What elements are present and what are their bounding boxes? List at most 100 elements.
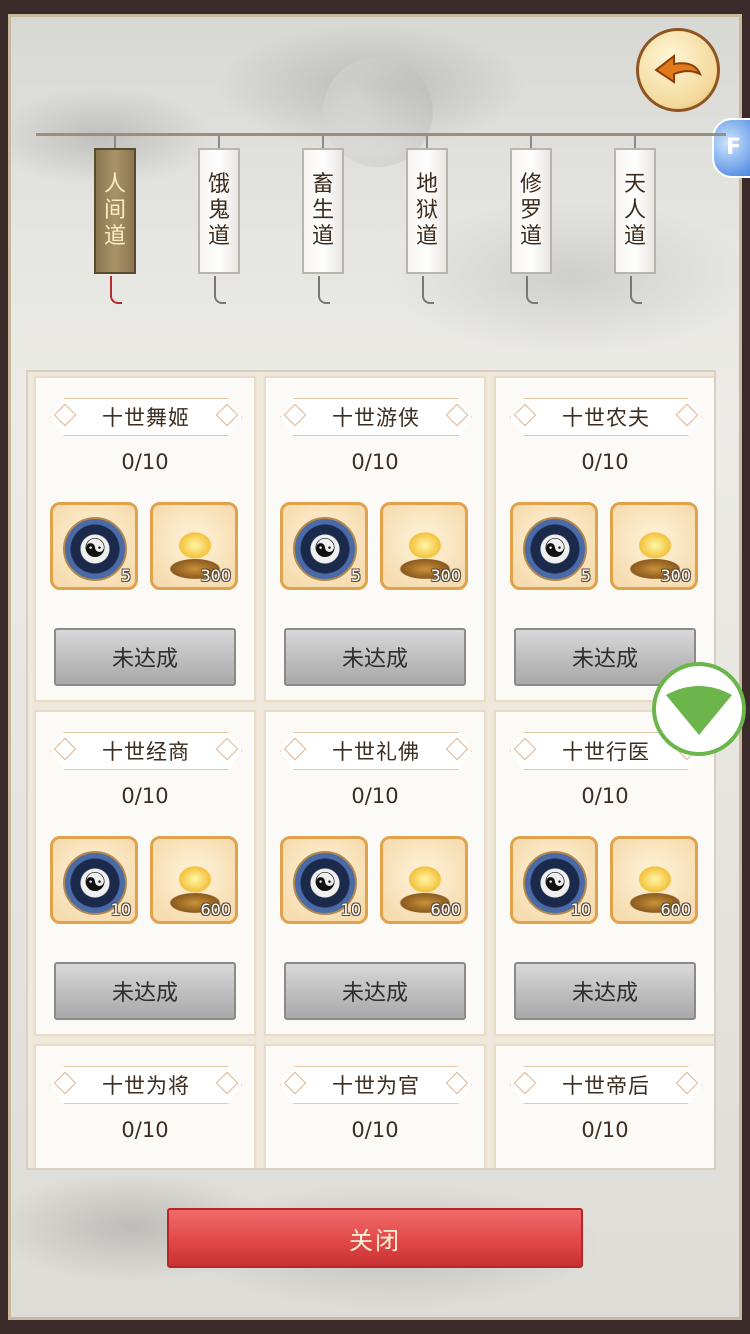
- reward-quantity: 600: [430, 900, 461, 919]
- realm-tab-char: 道: [519, 224, 542, 249]
- achievement-card: 十世农夫0/105300未达成: [493, 375, 714, 703]
- banner-hook: [218, 136, 220, 148]
- realm-tab-6[interactable]: 天人道: [614, 148, 656, 274]
- realm-tab-char: 狱: [415, 198, 438, 223]
- back-button[interactable]: [636, 28, 720, 112]
- network-status-button[interactable]: [652, 662, 746, 756]
- achievement-grid[interactable]: 十世舞姬 0/10 5 300 未达成 十世游侠 0/10 5 300 未达成 十世农夫 0/10 5 3…: [26, 370, 716, 1170]
- claim-status-button[interactable]: 未达成: [54, 962, 236, 1020]
- claim-status-button[interactable]: 未达成: [284, 628, 466, 686]
- banner-hook: [114, 136, 116, 148]
- achievement-card: 十世为将 0/10: [33, 1043, 257, 1168]
- reward-quantity: 5: [350, 566, 361, 585]
- achievement-title: 十世农夫: [510, 398, 702, 436]
- reward-slot[interactable]: 300: [610, 502, 698, 590]
- back-arrow-icon: [654, 53, 702, 84]
- close-button[interactable]: 关闭: [167, 1208, 583, 1268]
- reward-quantity: 10: [110, 900, 131, 919]
- achievement-card: 十世帝后 0/10: [493, 1043, 714, 1168]
- reward-quantity: 300: [430, 566, 461, 585]
- realm-tab-5[interactable]: 修罗道: [510, 148, 552, 274]
- reward-slot[interactable]: 10: [510, 836, 598, 924]
- achievement-title: 十世经商: [50, 732, 242, 770]
- achievement-progress: 0/10: [121, 450, 169, 474]
- banner-tassel: [318, 276, 330, 304]
- reward-slot[interactable]: 600: [380, 836, 468, 924]
- reward-quantity: 5: [120, 566, 131, 585]
- reward-slot[interactable]: 5: [50, 502, 138, 590]
- reward-quantity: 5: [580, 566, 591, 585]
- reward-slot[interactable]: 300: [150, 502, 238, 590]
- reward-quantity: 600: [660, 900, 691, 919]
- achievement-progress: 0/10: [351, 784, 399, 808]
- banner-tassel: [526, 276, 538, 304]
- banner-hook: [322, 136, 324, 148]
- achievement-title: 十世游侠: [280, 398, 472, 436]
- reward-quantity: 10: [340, 900, 361, 919]
- achievement-card: 十世经商 0/10 10 600 未达成: [33, 709, 257, 1037]
- achievement-progress: 0/10: [581, 450, 629, 474]
- reward-quantity: 300: [200, 566, 231, 585]
- reward-slot[interactable]: 600: [150, 836, 238, 924]
- bagua-compass-icon: [293, 517, 357, 581]
- reward-slot[interactable]: 300: [380, 502, 468, 590]
- realm-tab-char: 鬼: [207, 198, 230, 223]
- realm-tab-3[interactable]: 畜生道: [302, 148, 344, 274]
- reward-quantity: 300: [660, 566, 691, 585]
- realm-tab-char: 生: [311, 198, 334, 223]
- achievement-card: 十世行医0/1010600未达成: [493, 709, 714, 1037]
- claim-status-button[interactable]: 未达成: [514, 962, 696, 1020]
- bagua-compass-icon: [63, 517, 127, 581]
- reward-slot[interactable]: 5: [510, 502, 598, 590]
- banner-tassel: [214, 276, 226, 304]
- banner-hook: [426, 136, 428, 148]
- realm-tab-char: 罗: [519, 198, 542, 223]
- banner-hook: [530, 136, 532, 148]
- achievement-title: 十世帝后: [510, 1066, 702, 1104]
- side-tab-label: F: [726, 135, 742, 160]
- banner-hook: [634, 136, 636, 148]
- achievement-progress: 0/10: [351, 450, 399, 474]
- banner-tassel: [110, 276, 122, 304]
- bagua-compass-icon: [523, 517, 587, 581]
- realm-tab-char: 道: [623, 224, 646, 249]
- realm-tab-1[interactable]: 人间道: [94, 148, 136, 274]
- achievement-progress: 0/10: [121, 784, 169, 808]
- claim-status-button[interactable]: 未达成: [284, 962, 466, 1020]
- side-floating-tab[interactable]: F: [712, 118, 750, 178]
- realm-tab-char: 道: [415, 224, 438, 249]
- realm-tab-char: 畜: [311, 172, 334, 197]
- realm-tab-4[interactable]: 地狱道: [406, 148, 448, 274]
- achievement-title: 十世为将: [50, 1066, 242, 1104]
- reward-slot[interactable]: 10: [280, 836, 368, 924]
- claim-status-button[interactable]: 未达成: [54, 628, 236, 686]
- achievement-title: 十世舞姬: [50, 398, 242, 436]
- wifi-icon: [666, 686, 732, 735]
- achievement-card: 十世游侠 0/10 5 300 未达成: [263, 375, 487, 703]
- realm-tab-char: 道: [311, 224, 334, 249]
- reward-slot[interactable]: 600: [610, 836, 698, 924]
- achievement-card: 十世礼佛 0/10 10 600 未达成: [263, 709, 487, 1037]
- reward-slot[interactable]: 5: [280, 502, 368, 590]
- realm-tab-char: 人: [103, 172, 126, 197]
- banner-rope: [36, 133, 726, 136]
- realm-tab-char: 修: [519, 172, 542, 197]
- achievement-card: 十世舞姬 0/10 5 300 未达成: [33, 375, 257, 703]
- reward-quantity: 10: [570, 900, 591, 919]
- achievement-progress: 0/10: [581, 1118, 629, 1142]
- close-button-label: 关闭: [349, 1226, 401, 1255]
- realm-tab-char: 间: [103, 198, 126, 223]
- realm-tab-char: 天: [623, 172, 646, 197]
- banner-tassel: [630, 276, 642, 304]
- achievement-progress: 0/10: [121, 1118, 169, 1142]
- reward-slot[interactable]: 10: [50, 836, 138, 924]
- achievement-title: 十世礼佛: [280, 732, 472, 770]
- realm-tab-2[interactable]: 饿鬼道: [198, 148, 240, 274]
- achievement-card: 十世为官 0/10: [263, 1043, 487, 1168]
- realm-tab-char: 道: [103, 224, 126, 249]
- banner-tassel: [422, 276, 434, 304]
- realm-tab-char: 人: [623, 198, 646, 223]
- realm-tab-char: 饿: [207, 172, 230, 197]
- reward-quantity: 600: [200, 900, 231, 919]
- realm-tab-char: 地: [415, 172, 438, 197]
